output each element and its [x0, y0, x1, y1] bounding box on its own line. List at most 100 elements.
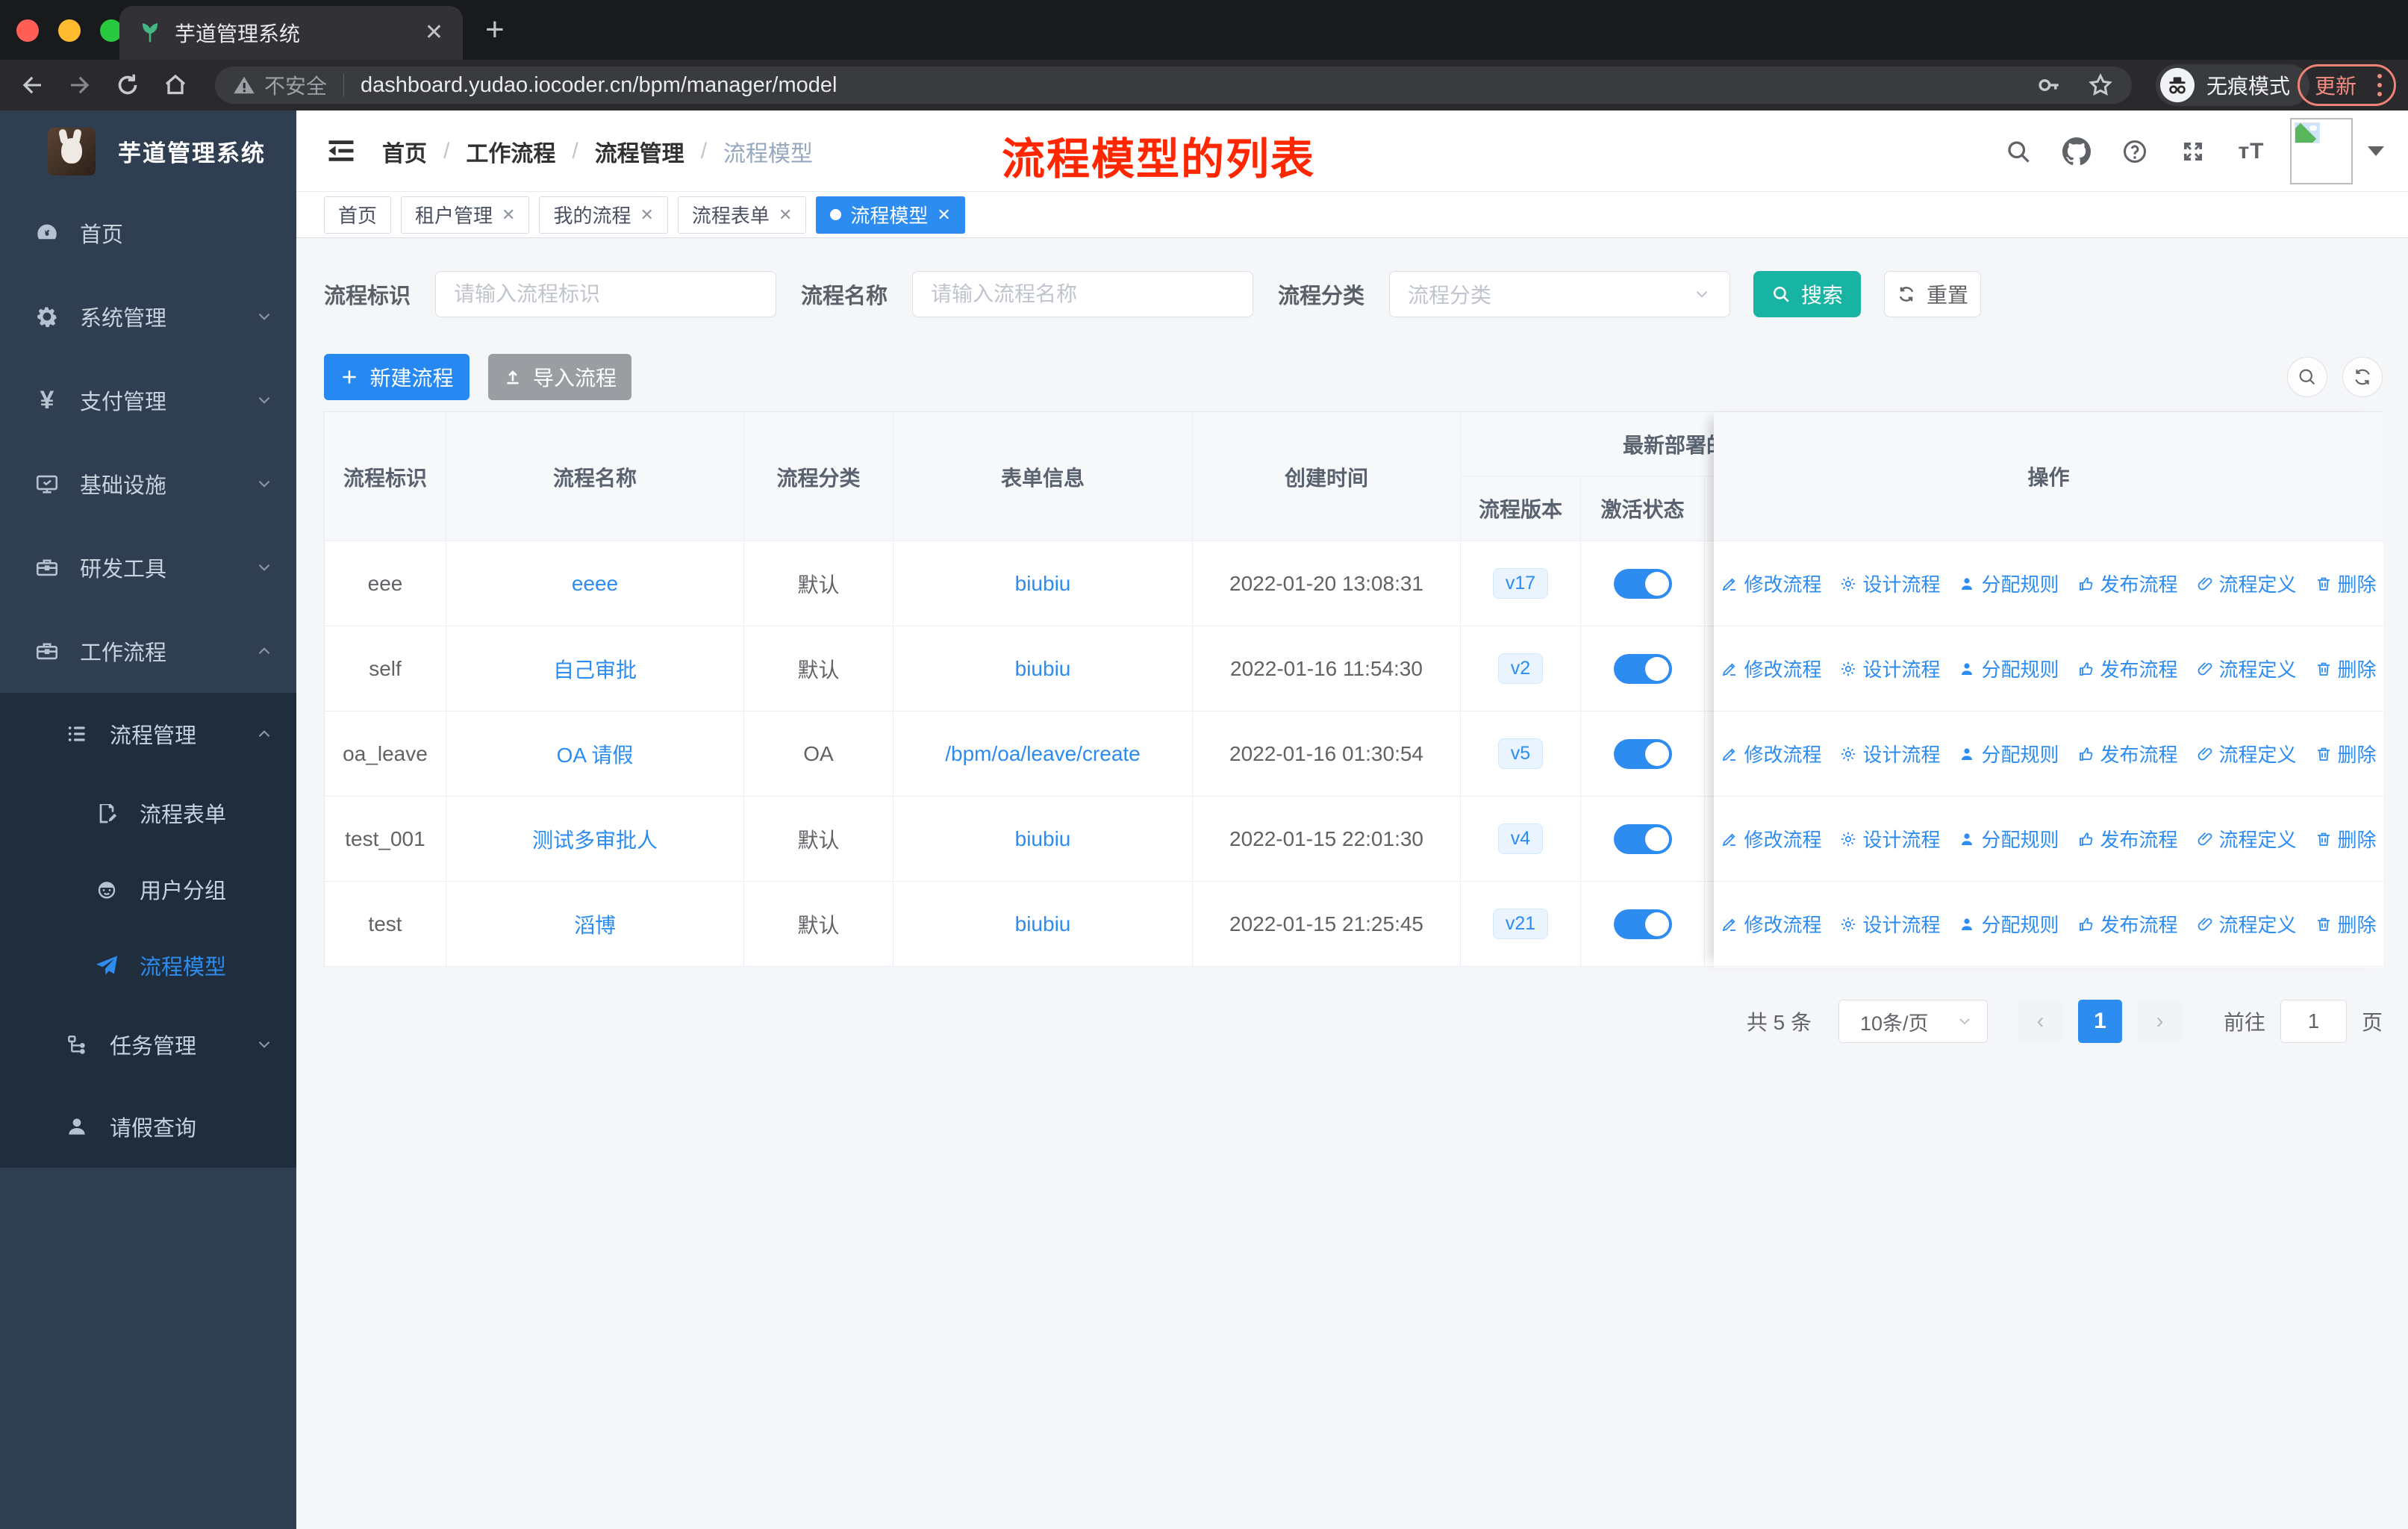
sidebar-item-home[interactable]: 首页	[0, 191, 296, 275]
active-toggle[interactable]	[1613, 568, 1672, 599]
window-controls[interactable]	[16, 19, 122, 42]
help-icon[interactable]	[2120, 137, 2150, 166]
forward-icon[interactable]	[64, 69, 96, 101]
sidebar-item-process-management[interactable]: 流程管理	[0, 693, 296, 775]
assign-rule-link[interactable]: 分配规则	[1958, 910, 2059, 938]
version-badge[interactable]: v17	[1492, 568, 1549, 599]
import-process-button[interactable]: 导入流程	[488, 354, 631, 400]
home-icon[interactable]	[160, 69, 191, 101]
design-process-link[interactable]: 设计流程	[1839, 740, 1940, 767]
delete-link[interactable]: 删除	[2315, 740, 2377, 767]
process-category-select[interactable]: 流程分类	[1389, 271, 1731, 317]
process-key-input[interactable]	[435, 271, 777, 317]
close-icon[interactable]: ✕	[779, 205, 792, 225]
version-badge[interactable]: v5	[1497, 738, 1544, 769]
back-icon[interactable]	[16, 69, 48, 101]
process-definition-link[interactable]: 流程定义	[2196, 655, 2297, 682]
process-name-link[interactable]: 自己审批	[553, 654, 637, 684]
form-info-link[interactable]: biubiu	[1015, 827, 1071, 851]
edit-process-link[interactable]: 修改流程	[1721, 910, 1821, 938]
publish-process-link[interactable]: 发布流程	[2077, 825, 2178, 853]
version-badge[interactable]: v2	[1497, 653, 1544, 684]
create-process-button[interactable]: 新建流程	[324, 354, 470, 400]
publish-process-link[interactable]: 发布流程	[2077, 570, 2178, 597]
close-window-button[interactable]	[16, 19, 39, 42]
avatar-caret-down-icon[interactable]	[2368, 146, 2384, 156]
key-icon[interactable]	[2036, 72, 2062, 98]
form-info-link[interactable]: /bpm/oa/leave/create	[945, 742, 1141, 766]
sidebar-item-devtools[interactable]: 研发工具	[0, 526, 296, 609]
search-icon[interactable]	[2003, 137, 2033, 166]
sidebar-item-infrastructure[interactable]: 基础设施	[0, 442, 296, 526]
tag-my-process[interactable]: 我的流程 ✕	[539, 196, 668, 234]
edit-process-link[interactable]: 修改流程	[1721, 740, 1821, 767]
app-logo[interactable]: 芋道管理系统	[0, 110, 296, 192]
delete-link[interactable]: 删除	[2315, 570, 2377, 597]
assign-rule-link[interactable]: 分配规则	[1958, 740, 2059, 767]
delete-link[interactable]: 删除	[2315, 825, 2377, 853]
design-process-link[interactable]: 设计流程	[1839, 910, 1940, 938]
sidebar-item-leave-query[interactable]: 请假查询	[0, 1086, 296, 1168]
minimize-window-button[interactable]	[58, 19, 81, 42]
design-process-link[interactable]: 设计流程	[1839, 570, 1940, 597]
design-process-link[interactable]: 设计流程	[1839, 825, 1940, 853]
fullscreen-icon[interactable]	[2178, 137, 2208, 166]
breadcrumb-home[interactable]: 首页	[382, 135, 427, 168]
next-page-button[interactable]: ›	[2137, 1000, 2182, 1043]
prev-page-button[interactable]: ‹	[2018, 1000, 2062, 1043]
sidebar-item-task-management[interactable]: 任务管理	[0, 1003, 296, 1086]
active-toggle[interactable]	[1613, 909, 1672, 939]
delete-link[interactable]: 删除	[2315, 910, 2377, 938]
process-name-link[interactable]: eeee	[572, 572, 618, 596]
edit-process-link[interactable]: 修改流程	[1721, 655, 1821, 682]
publish-process-link[interactable]: 发布流程	[2077, 910, 2178, 938]
edit-process-link[interactable]: 修改流程	[1721, 825, 1821, 853]
reset-button[interactable]: 重置	[1884, 271, 1982, 317]
search-button[interactable]: 搜索	[1753, 271, 1862, 317]
process-definition-link[interactable]: 流程定义	[2196, 740, 2297, 767]
process-definition-link[interactable]: 流程定义	[2196, 910, 2297, 938]
browser-menu-icon[interactable]	[2377, 74, 2382, 96]
design-process-link[interactable]: 设计流程	[1839, 655, 1940, 682]
delete-link[interactable]: 删除	[2315, 655, 2377, 682]
form-info-link[interactable]: biubiu	[1015, 572, 1071, 596]
assign-rule-link[interactable]: 分配规则	[1958, 825, 2059, 853]
edit-process-link[interactable]: 修改流程	[1721, 570, 1821, 597]
breadcrumb-process-management[interactable]: 流程管理	[595, 135, 684, 168]
page-number-button[interactable]: 1	[2077, 1000, 2122, 1043]
browser-update-chip[interactable]: 更新	[2298, 64, 2396, 106]
process-definition-link[interactable]: 流程定义	[2196, 825, 2297, 853]
process-name-link[interactable]: OA 请假	[557, 739, 634, 769]
close-icon[interactable]: ✕	[640, 205, 653, 225]
browser-tab[interactable]: 芋道管理系统 ✕	[119, 6, 463, 60]
form-info-link[interactable]: biubiu	[1015, 657, 1071, 681]
update-label[interactable]: 更新	[2315, 70, 2356, 100]
bookmark-star-icon[interactable]	[2087, 72, 2114, 99]
new-tab-button[interactable]: +	[485, 13, 505, 46]
close-icon[interactable]: ✕	[937, 205, 950, 225]
avatar[interactable]	[2290, 118, 2353, 184]
sidebar-item-process-model[interactable]: 流程模型	[0, 927, 296, 1003]
active-toggle[interactable]	[1613, 653, 1672, 684]
close-icon[interactable]: ✕	[502, 205, 515, 225]
address-bar[interactable]: 不安全 dashboard.yudao.iocoder.cn/bpm/manag…	[215, 66, 2132, 104]
refresh-button[interactable]	[2342, 357, 2383, 397]
form-info-link[interactable]: biubiu	[1015, 912, 1071, 936]
tag-tenant[interactable]: 租户管理 ✕	[401, 196, 530, 234]
active-toggle[interactable]	[1613, 823, 1672, 854]
goto-page-input[interactable]	[2280, 1000, 2347, 1043]
process-name-link[interactable]: 滔博	[574, 909, 616, 939]
sidebar-item-system[interactable]: 系统管理	[0, 275, 296, 358]
page-size-select[interactable]: 10条/页	[1838, 1000, 1988, 1043]
sidebar-item-workflow[interactable]: 工作流程	[0, 609, 296, 693]
github-icon[interactable]	[2062, 137, 2092, 166]
sidebar-item-process-form[interactable]: 流程表单	[0, 775, 296, 851]
tag-process-model[interactable]: 流程模型 ✕	[816, 196, 965, 234]
sidebar-item-payment[interactable]: ¥ 支付管理	[0, 358, 296, 442]
sidebar-collapse-icon[interactable]	[324, 134, 358, 167]
assign-rule-link[interactable]: 分配规则	[1958, 570, 2059, 597]
publish-process-link[interactable]: 发布流程	[2077, 655, 2178, 682]
reload-icon[interactable]	[112, 69, 143, 101]
process-name-input[interactable]	[912, 271, 1254, 317]
breadcrumb-workflow[interactable]: 工作流程	[466, 135, 555, 168]
